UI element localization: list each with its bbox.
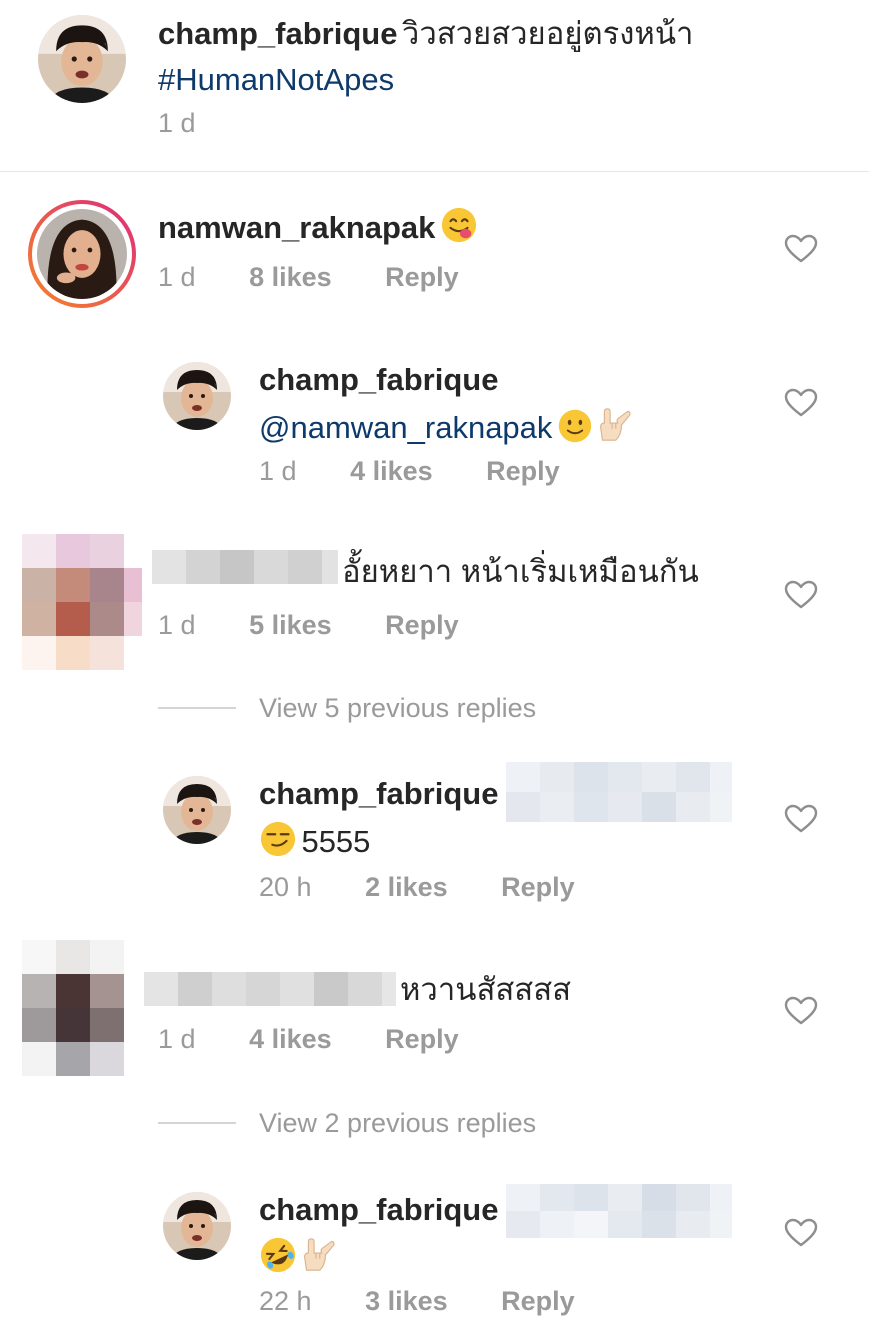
heart-icon[interactable] [784,580,818,610]
reply-button[interactable]: Reply [385,1024,459,1054]
text-pixelated [506,1184,732,1238]
timestamp: 1 d [158,108,196,138]
emoji-rofl-icon [259,1236,297,1274]
post-caption: champ_fabrique วิวสวยสวยอยู่ตรงหน้า #Hum… [0,0,869,171]
reply-button[interactable]: Reply [385,262,459,292]
comment-username[interactable]: namwan_raknapak [158,210,435,245]
comment-body: namwan_raknapak [158,206,478,254]
heart-icon[interactable] [784,388,818,418]
likes-count[interactable]: 4 likes [249,1024,332,1054]
reply-item: champ_fabrique 5555 20 h 2 likes Reply [0,760,869,910]
reply-button[interactable]: Reply [385,610,459,640]
mention-link[interactable]: @namwan_raknapak [259,410,552,445]
comment-meta: 1 d 4 likes Reply [158,1024,459,1055]
likes-count[interactable]: 5 likes [249,610,332,640]
likes-count[interactable]: 4 likes [350,456,433,486]
comment-item: อั้ยหยาา หน้าเริ่มเหมือนกัน 1 d 5 likes … [0,530,869,680]
view-previous-replies-button[interactable]: View 5 previous replies [259,693,536,724]
username-pixelated[interactable] [144,972,396,1006]
comment-item: หวานสัสสสส 1 d 4 likes Reply [0,940,869,1090]
comment-username[interactable]: champ_fabrique [259,362,498,397]
comment-text: 5555 [301,824,371,859]
comment-meta: 20 h 2 likes Reply [259,872,575,903]
comment-meta: 22 h 3 likes Reply [259,1286,575,1317]
timestamp: 1 d [158,610,196,640]
comment-username[interactable]: champ_fabrique [259,1192,498,1227]
avatar[interactable] [38,15,126,103]
view-replies-line [158,707,236,709]
caption-body: champ_fabrique วิวสวยสวยอยู่ตรงหน้า #Hum… [158,14,848,106]
likes-count[interactable]: 2 likes [365,872,448,902]
emoji-love-you-gesture-icon [297,1236,335,1274]
avatar-story-ring[interactable] [28,200,136,308]
avatar[interactable] [163,776,231,844]
comment-item: namwan_raknapak 1 d 8 likes Reply [0,172,869,322]
reply-item: champ_fabrique 22 h 3 likes Reply [0,1176,869,1326]
heart-icon[interactable] [784,804,818,834]
timestamp: 20 h [259,872,312,902]
comment-username[interactable]: champ_fabrique [259,776,498,811]
comment-body: champ_fabrique [259,1190,498,1284]
avatar-pixelated[interactable] [22,534,142,670]
heart-icon[interactable] [784,234,818,264]
comment-meta: 1 d 4 likes Reply [259,456,560,487]
heart-icon[interactable] [784,996,818,1026]
likes-count[interactable]: 8 likes [249,262,332,292]
username-pixelated[interactable] [152,550,338,584]
comment-meta: 1 d 8 likes Reply [158,262,459,293]
timestamp: 22 h [259,1286,312,1316]
timestamp: 1 d [158,1024,196,1054]
avatar[interactable] [163,362,231,430]
emoji-yum-icon [440,206,478,244]
avatar[interactable] [163,1192,231,1260]
caption-text: วิวสวยสวยอยู่ตรงหน้า [401,16,694,51]
avatar-pixelated[interactable] [22,940,124,1076]
comment-body: champ_fabrique @namwan_raknapak [259,360,631,454]
reply-button[interactable]: Reply [486,456,560,486]
heart-icon[interactable] [784,1218,818,1248]
view-previous-replies-button[interactable]: View 2 previous replies [259,1108,536,1139]
caption-time: 1 d [158,108,196,139]
reply-item: champ_fabrique @namwan_raknapak 1 d 4 li… [0,350,869,500]
reply-button[interactable]: Reply [501,1286,575,1316]
caption-username[interactable]: champ_fabrique [158,16,397,51]
text-pixelated [506,762,732,822]
emoji-smirk-icon [259,820,297,858]
view-replies-line [158,1122,236,1124]
emoji-love-you-gesture-icon [593,406,631,444]
comment-meta: 1 d 5 likes Reply [158,610,459,641]
emoji-smile-icon [557,408,593,444]
reply-button[interactable]: Reply [501,872,575,902]
hashtag-link[interactable]: #HumanNotApes [158,62,394,97]
comment-body: champ_fabrique 5555 [259,774,498,868]
timestamp: 1 d [259,456,297,486]
likes-count[interactable]: 3 likes [365,1286,448,1316]
timestamp: 1 d [158,262,196,292]
comment-text: หวานสัสสสส [400,972,572,1007]
comment-text: อั้ยหยาา หน้าเริ่มเหมือนกัน [342,554,699,589]
